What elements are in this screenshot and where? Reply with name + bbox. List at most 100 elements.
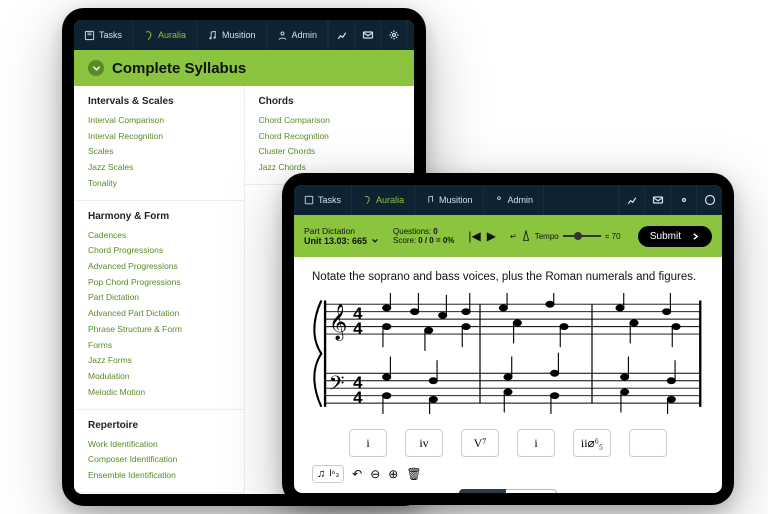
admin-icon: [494, 195, 504, 205]
chord-slot[interactable]: V⁷: [461, 429, 499, 457]
syllabus-link[interactable]: Composer Identification: [88, 452, 230, 468]
syllabus-link[interactable]: Forms: [88, 338, 230, 354]
syllabus-link[interactable]: Jazz Scales: [88, 160, 230, 176]
syllabus-link[interactable]: Advanced Part Dictation: [88, 306, 230, 322]
exercise-prompt: Notate the soprano and bass voices, plus…: [312, 271, 704, 283]
syllabus-link[interactable]: Part Dictation: [88, 290, 230, 306]
syllabus-link[interactable]: Chord Recognition: [259, 129, 401, 145]
nav-auralia-label-b: Auralia: [376, 195, 404, 205]
repeat-toggle[interactable]: ↵: [510, 232, 517, 241]
nav-auralia-b[interactable]: Auralia: [352, 185, 415, 215]
section-heading: Harmony & Form: [88, 211, 230, 222]
nav-admin-label: Admin: [292, 30, 318, 40]
syllabus-link[interactable]: Phrase Structure & Form: [88, 322, 230, 338]
metronome-icon: [521, 230, 531, 242]
play-button[interactable]: ▶: [487, 229, 496, 243]
zoom-out-button[interactable]: ⊖: [370, 467, 380, 481]
syllabus-link[interactable]: Chord Progressions: [88, 243, 230, 259]
tempo-label: Tempo: [535, 232, 559, 241]
nav-admin-label-b: Admin: [508, 195, 534, 205]
tasks-icon: [84, 30, 95, 41]
score-value: 0 / 0 = 0%: [418, 236, 454, 245]
tasks-icon: [304, 195, 314, 205]
help-icon-b[interactable]: [696, 185, 722, 215]
syllabus-link[interactable]: Interval Recognition: [88, 129, 230, 145]
syllabus-link[interactable]: Interval Comparison: [88, 113, 230, 129]
syllabus-link[interactable]: Melodic Motion: [88, 385, 230, 401]
chord-slot[interactable]: ii⌀⁶₅: [573, 429, 611, 457]
collapse-toggle[interactable]: [88, 60, 104, 76]
note-palette[interactable]: ♫ I⁶₃: [312, 465, 344, 483]
section-heading: Chords: [259, 96, 401, 107]
settings-icon-b[interactable]: [670, 185, 696, 215]
nav-admin-b[interactable]: Admin: [484, 185, 545, 215]
svg-text:4: 4: [353, 319, 363, 338]
syllabus-link[interactable]: Chord Comparison: [259, 113, 401, 129]
mode-chord[interactable]: Chord: [459, 489, 506, 493]
nav-tasks-label-b: Tasks: [318, 195, 341, 205]
delete-button[interactable]: 🗑: [406, 467, 421, 481]
syllabus-link[interactable]: Modulation: [88, 369, 230, 385]
syllabus-link[interactable]: Cadences: [88, 228, 230, 244]
note-icon: [425, 195, 435, 205]
chord-slot[interactable]: iv: [405, 429, 443, 457]
nav-tasks-label: Tasks: [99, 30, 122, 40]
ear-icon: [143, 30, 154, 41]
exercise-topic: Part Dictation: [304, 226, 379, 236]
section-heading: Intervals & Scales: [88, 96, 230, 107]
svg-text:𝄢: 𝄢: [329, 373, 345, 400]
syllabus-link[interactable]: Pop Chord Progressions: [88, 275, 230, 291]
chord-slot-empty[interactable]: [629, 429, 667, 457]
unit-label: Unit 13.03: 665: [304, 236, 367, 247]
svg-text:𝄞: 𝄞: [329, 303, 348, 341]
notes-icon[interactable]: ♫: [317, 468, 325, 480]
help-icon[interactable]: [406, 20, 414, 50]
syllabus-link[interactable]: Tonality: [88, 176, 230, 192]
syllabus-link[interactable]: Scales: [88, 144, 230, 160]
chevron-right-icon: [691, 232, 700, 241]
rewind-button[interactable]: |◀: [468, 229, 480, 243]
settings-icon[interactable]: [380, 20, 406, 50]
chord-slot[interactable]: i: [517, 429, 555, 457]
note-icon: [207, 30, 218, 41]
questions-value: 0: [433, 227, 437, 236]
nav-tasks[interactable]: Tasks: [74, 20, 133, 50]
nav-auralia[interactable]: Auralia: [133, 20, 197, 50]
admin-icon: [277, 30, 288, 41]
mail-icon[interactable]: [354, 20, 380, 50]
syllabus-link[interactable]: Jazz Forms: [88, 353, 230, 369]
chevron-down-icon: [92, 64, 101, 73]
chart-icon-b[interactable]: [618, 185, 644, 215]
figured-bass-icon[interactable]: I⁶₃: [329, 468, 339, 480]
chart-icon[interactable]: [328, 20, 354, 50]
score-editor[interactable]: 𝄞 𝄢 4 4 4 4: [312, 293, 704, 419]
mail-icon-b[interactable]: [644, 185, 670, 215]
nav-musition[interactable]: Musition: [197, 20, 267, 50]
syllabus-link[interactable]: Advanced Progressions: [88, 259, 230, 275]
nav-auralia-label: Auralia: [158, 30, 186, 40]
questions-label: Questions:: [393, 227, 431, 236]
tempo-value: = 70: [605, 232, 621, 241]
svg-text:4: 4: [353, 388, 363, 407]
nav-admin[interactable]: Admin: [267, 20, 329, 50]
submit-button[interactable]: Submit: [638, 226, 712, 247]
page-title: Complete Syllabus: [112, 60, 246, 77]
mode-figures[interactable]: Figures: [506, 489, 557, 493]
chevron-down-icon: [371, 237, 379, 245]
syllabus-link[interactable]: Ensemble Identification: [88, 468, 230, 484]
ear-icon: [362, 195, 372, 205]
nav-musition-b[interactable]: Musition: [415, 185, 484, 215]
undo-button[interactable]: ↶: [352, 467, 362, 481]
syllabus-link[interactable]: Cluster Chords: [259, 144, 401, 160]
submit-label: Submit: [650, 231, 681, 242]
syllabus-link[interactable]: Work Identification: [88, 437, 230, 453]
zoom-in-button[interactable]: ⊕: [388, 467, 398, 481]
score-label: Score:: [393, 236, 416, 245]
nav-musition-label-b: Musition: [439, 195, 473, 205]
tempo-slider[interactable]: [563, 235, 601, 237]
section-heading: Repertoire: [88, 420, 230, 431]
nav-musition-label: Musition: [222, 30, 256, 40]
unit-selector[interactable]: Unit 13.03: 665: [304, 236, 379, 247]
chord-slot[interactable]: i: [349, 429, 387, 457]
nav-tasks-b[interactable]: Tasks: [294, 185, 352, 215]
